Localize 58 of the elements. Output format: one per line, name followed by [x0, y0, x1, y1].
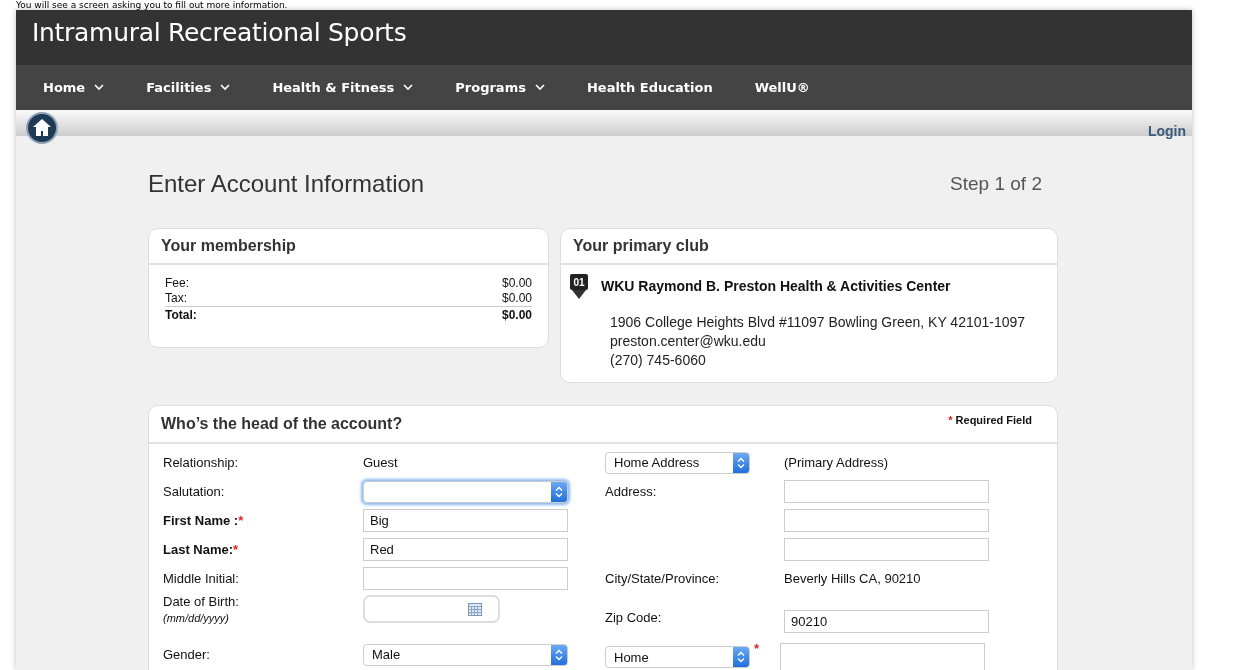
nav-link[interactable]: Health & Fitness [256, 65, 430, 110]
field-label: Address: [605, 484, 658, 499]
required-note: * Required Field [948, 414, 1032, 426]
home-icon[interactable] [26, 112, 58, 144]
card-title: Your primary club [573, 237, 709, 255]
club-name: WKU Raymond B. Preston Health & Activities Center [601, 278, 951, 296]
site-title: Intramural Recreational Sports [32, 17, 407, 49]
card-title: Who’s the head of the account? [161, 415, 403, 433]
required-mark: * [754, 641, 761, 656]
field-label: Last Name:* [163, 542, 240, 557]
club-address: 1906 College Heights Blvd #11097 Bowling Green, KY 42101-1097 [610, 313, 1026, 332]
page-title: Enter Account Information [148, 170, 425, 198]
date-field[interactable] [363, 595, 500, 623]
nav-link[interactable]: Health Education [570, 65, 729, 110]
fee-label: Total: [165, 308, 197, 323]
select-dropdown[interactable]: Male [363, 643, 568, 666]
club-email: preston.center@wku.edu [610, 332, 766, 351]
stepper-icon [737, 456, 745, 469]
input-field[interactable]: Red [363, 538, 568, 561]
input-field[interactable]: 90210 [784, 610, 989, 633]
fee-amount: $0.00 [501, 291, 532, 306]
calendar-icon[interactable] [468, 602, 482, 616]
field-label: Gender: [163, 647, 211, 662]
fee-label: Tax: [165, 291, 187, 306]
stepper-icon [555, 648, 563, 661]
input-field[interactable] [784, 509, 989, 532]
field-label: Salutation: [163, 484, 226, 499]
login-link[interactable]: Login [1147, 123, 1186, 139]
stepper-icon [737, 651, 745, 663]
nav-link[interactable]: WellU® [738, 65, 826, 110]
caption-text: You will see a screen asking you to fill out more information. [16, 0, 288, 10]
nav-link[interactable]: Programs [439, 65, 561, 110]
fee-amount: $0.00 [501, 276, 532, 291]
select-dropdown[interactable] [363, 480, 568, 503]
club-phone: (270) 745-6060 [610, 351, 706, 370]
field-label: City/State/Province: [605, 571, 721, 586]
input-field[interactable]: Big [363, 509, 568, 532]
field-label: Date of Birth: (mm/dd/yyyy) [163, 593, 240, 624]
select-dropdown[interactable]: Home Address [605, 451, 750, 474]
select-dropdown[interactable]: Home [605, 646, 750, 668]
field-value: Beverly Hills CA, 90210 [784, 571, 922, 586]
field-label: First Name :* [163, 513, 245, 528]
field-label: Zip Code: [605, 610, 663, 625]
fee-label: Fee: [165, 276, 189, 291]
field-note: (Primary Address) [784, 455, 889, 470]
fee-amount: $0.00 [501, 308, 532, 323]
step-indicator: Step 1 of 2 [950, 173, 1042, 195]
input-field[interactable] [784, 480, 989, 503]
field-label: Middle Initial: [163, 571, 240, 586]
field-value: Guest [363, 455, 399, 470]
card-title: Your membership [161, 237, 296, 255]
input-field[interactable] [780, 643, 985, 670]
nav-link[interactable]: Facilities [130, 65, 247, 110]
input-field[interactable] [784, 538, 989, 561]
input-field[interactable] [363, 567, 568, 590]
nav-link[interactable]: Home [27, 65, 121, 110]
stepper-icon [555, 485, 563, 498]
field-label: Relationship: [163, 455, 240, 470]
